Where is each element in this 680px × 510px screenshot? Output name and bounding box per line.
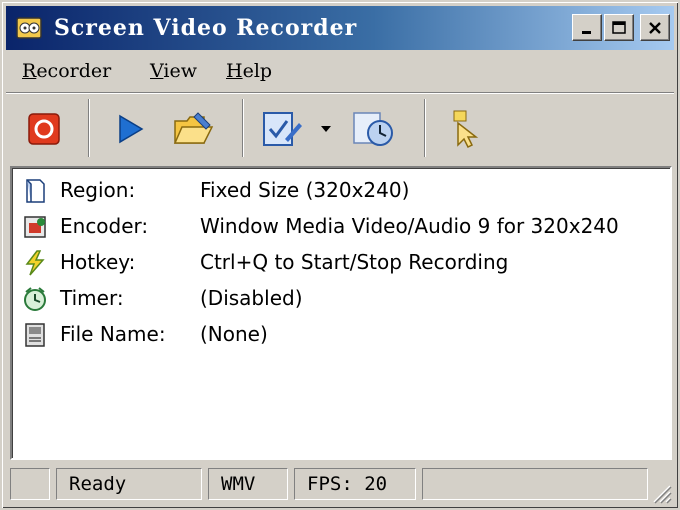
recording-settings-panel: Region: Fixed Size (320x240) Encoder: Wi… xyxy=(10,166,672,460)
window-title: Screen Video Recorder xyxy=(54,15,358,41)
file-name-row: File Name: (None) xyxy=(20,318,660,352)
edit-options-dropdown[interactable] xyxy=(316,107,336,151)
schedule-timer-icon xyxy=(353,112,393,146)
encoder-label: Encoder: xyxy=(60,214,149,238)
edit-options-icon xyxy=(263,112,302,146)
hotkey-row: Hotkey: Ctrl+Q to Start/Stop Recording xyxy=(20,246,660,280)
dropdown-arrow-icon xyxy=(321,126,331,132)
close-icon xyxy=(649,21,661,34)
menu-view[interactable]: View xyxy=(150,60,197,82)
encoder-icon xyxy=(24,216,46,238)
status-fps: FPS: 20 xyxy=(294,468,416,500)
film-reel-app-icon xyxy=(16,17,42,39)
open-folder-button[interactable] xyxy=(172,107,216,151)
select-region-button[interactable] xyxy=(442,107,486,151)
menu-help[interactable]: Help xyxy=(226,60,272,82)
play-button[interactable] xyxy=(108,107,152,151)
hotkey-value: Ctrl+Q to Start/Stop Recording xyxy=(200,250,509,274)
toolbar-separator xyxy=(424,99,426,157)
status-indicator-pane xyxy=(10,468,50,500)
record-icon xyxy=(28,113,60,145)
edit-options-button[interactable] xyxy=(260,107,304,151)
region-row: Region: Fixed Size (320x240) xyxy=(20,174,660,208)
maximize-icon xyxy=(612,20,626,34)
file-name-value: (None) xyxy=(200,322,268,346)
open-folder-icon xyxy=(173,112,214,144)
menu-recorder[interactable]: Recorder xyxy=(22,60,111,82)
resize-grip-icon[interactable] xyxy=(650,482,672,504)
status-extra-pane xyxy=(422,468,648,500)
maximize-button[interactable] xyxy=(604,14,634,41)
file-name-label: File Name: xyxy=(60,322,166,346)
schedule-timer-button[interactable] xyxy=(352,107,396,151)
toolbar xyxy=(6,92,674,163)
minimize-icon xyxy=(582,30,591,34)
status-state: Ready xyxy=(56,468,202,500)
status-format: WMV xyxy=(208,468,288,500)
timer-icon xyxy=(24,287,46,311)
title-bar[interactable]: Screen Video Recorder xyxy=(6,6,674,50)
close-button[interactable] xyxy=(640,14,670,41)
region-label: Region: xyxy=(60,178,136,202)
timer-value: (Disabled) xyxy=(200,286,303,310)
record-button[interactable] xyxy=(22,107,66,151)
encoder-row: Encoder: Window Media Video/Audio 9 for … xyxy=(20,210,660,244)
menu-bar: Recorder View Help xyxy=(6,54,674,88)
hotkey-label: Hotkey: xyxy=(60,250,136,274)
toolbar-separator xyxy=(88,99,90,157)
hotkey-lightning-icon xyxy=(25,250,45,276)
region-value: Fixed Size (320x240) xyxy=(200,178,410,202)
play-icon xyxy=(119,114,144,144)
select-region-cursor-icon xyxy=(453,110,479,149)
status-bar: Ready WMV FPS: 20 xyxy=(6,464,674,506)
app-window: Screen Video Recorder Recorder View Help xyxy=(0,0,680,510)
encoder-value: Window Media Video/Audio 9 for 320x240 xyxy=(200,214,619,238)
timer-label: Timer: xyxy=(60,286,124,310)
minimize-button[interactable] xyxy=(572,14,602,41)
toolbar-separator xyxy=(242,99,244,157)
timer-row: Timer: (Disabled) xyxy=(20,282,660,316)
file-icon xyxy=(25,323,45,347)
region-icon xyxy=(26,179,45,203)
